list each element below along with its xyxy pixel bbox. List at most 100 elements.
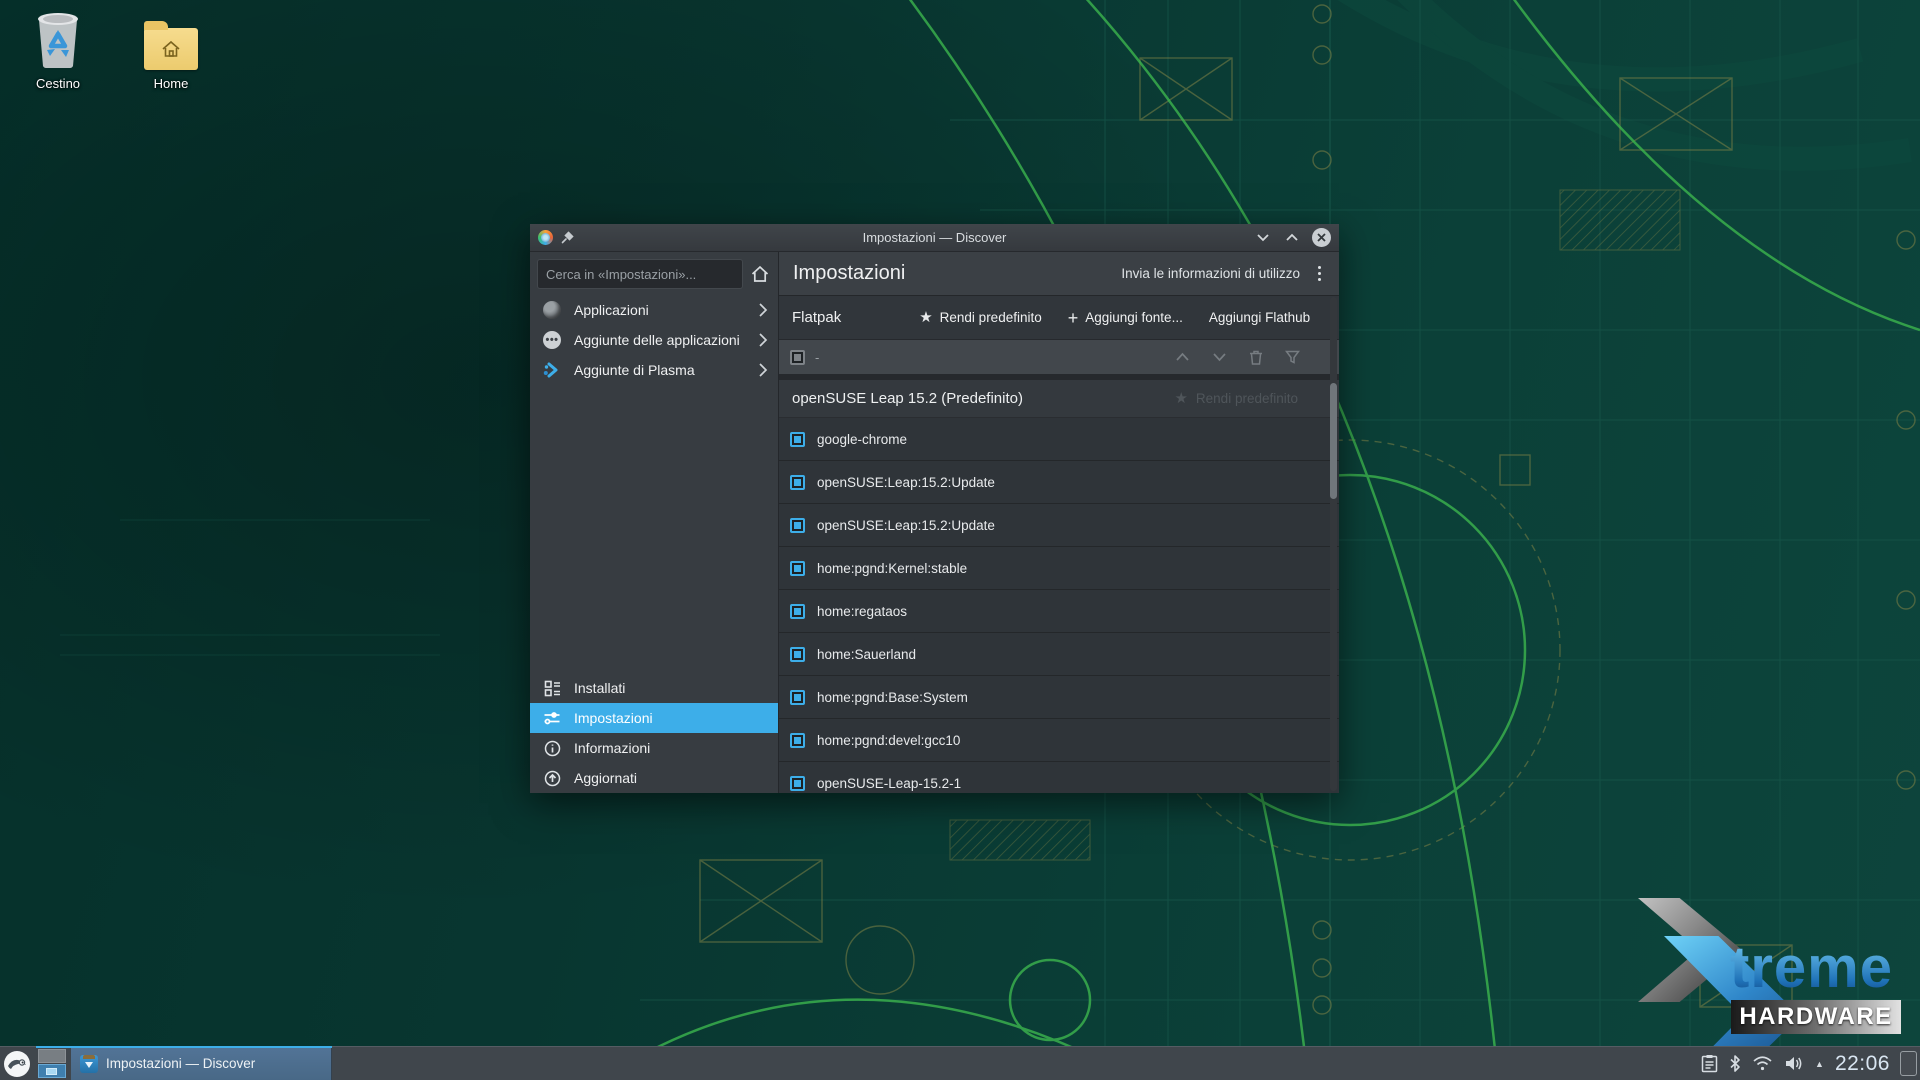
- chevron-right-icon: [758, 362, 768, 378]
- sidebar-item-plasma-addons[interactable]: Aggiunte di Plasma: [530, 355, 778, 385]
- repo-label: openSUSE-Leap-15.2-1: [817, 776, 961, 791]
- repo-label: home:regataos: [817, 604, 907, 619]
- pager-desktop-1[interactable]: [38, 1049, 66, 1063]
- sidebar-item-applications[interactable]: Applicazioni: [530, 295, 778, 325]
- sidebar-item-label: Aggiornati: [574, 770, 637, 786]
- trash-icon: [12, 8, 104, 70]
- repo-list: google-chrome openSUSE:Leap:15.2:Update …: [779, 418, 1339, 793]
- scrollbar[interactable]: [1330, 297, 1337, 791]
- opensuse-logo-icon: [3, 1050, 31, 1078]
- system-tray: ▲ 22:06: [1701, 1052, 1920, 1076]
- desktop-icon-home[interactable]: Home: [125, 8, 217, 91]
- move-down-icon[interactable]: [1212, 352, 1227, 362]
- chevron-right-icon: [758, 302, 768, 318]
- plus-icon: +: [1068, 309, 1079, 327]
- checkbox[interactable]: [790, 350, 805, 365]
- page-title: Impostazioni: [793, 262, 905, 285]
- repo-checkbox[interactable]: [790, 647, 805, 662]
- sidebar: Applicazioni ••• Aggiunte delle applicaz…: [530, 252, 779, 793]
- repo-checkbox[interactable]: [790, 776, 805, 791]
- xtreme-hardware-logo: treme HARDWARE: [1638, 898, 1910, 1034]
- repo-checkbox[interactable]: [790, 561, 805, 576]
- scrollbar-thumb[interactable]: [1330, 383, 1337, 499]
- sidebar-item-installed[interactable]: Installati: [530, 673, 778, 703]
- repo-row: openSUSE-Leap-15.2-1: [779, 762, 1339, 793]
- show-desktop-button[interactable]: [1900, 1051, 1917, 1076]
- pager-desktop-2[interactable]: [38, 1064, 66, 1078]
- repo-label: home:pgnd:Base:System: [817, 690, 968, 705]
- desktop-icon-label: Cestino: [12, 76, 104, 91]
- repo-checkbox[interactable]: [790, 690, 805, 705]
- repo-row: openSUSE:Leap:15.2:Update: [779, 461, 1339, 504]
- app-addons-icon: •••: [542, 330, 562, 350]
- send-usage-info-action[interactable]: Invia le informazioni di utilizzo: [1121, 266, 1300, 281]
- tray-expand-icon[interactable]: ▲: [1815, 1059, 1824, 1069]
- repo-checkbox[interactable]: [790, 518, 805, 533]
- chevron-right-icon: [758, 332, 768, 348]
- repo-checkbox[interactable]: [790, 604, 805, 619]
- search-input[interactable]: [537, 259, 743, 289]
- applications-icon: [542, 300, 562, 320]
- star-icon: ★: [1174, 391, 1187, 406]
- move-up-icon[interactable]: [1175, 352, 1190, 362]
- repo-checkbox[interactable]: [790, 475, 805, 490]
- pin-icon[interactable]: [561, 231, 574, 244]
- taskbar: Impostazioni — Discover ▲ 22:06: [0, 1046, 1920, 1080]
- make-default-button[interactable]: ★ Rendi predefinito: [919, 310, 1042, 325]
- application-launcher-button[interactable]: [0, 1047, 34, 1080]
- repo-label: google-chrome: [817, 432, 907, 447]
- active-task-accent: [36, 1046, 332, 1048]
- add-flathub-button[interactable]: Aggiungi Flathub: [1209, 310, 1310, 325]
- maximize-button[interactable]: [1283, 229, 1301, 247]
- repo-row: home:pgnd:Base:System: [779, 676, 1339, 719]
- repo-row: home:pgnd:devel:gcc10: [779, 719, 1339, 762]
- installed-icon: [542, 678, 562, 698]
- task-button-label: Impostazioni — Discover: [106, 1056, 255, 1071]
- plasma-addons-icon: [542, 360, 562, 380]
- sidebar-item-app-addons[interactable]: ••• Aggiunte delle applicazioni: [530, 325, 778, 355]
- repo-checkbox[interactable]: [790, 432, 805, 447]
- discover-task-icon: [80, 1055, 98, 1073]
- info-icon: [542, 738, 562, 758]
- filter-row-label: -: [815, 350, 819, 365]
- wifi-icon[interactable]: [1752, 1055, 1773, 1072]
- titlebar[interactable]: Impostazioni — Discover: [530, 224, 1339, 252]
- volume-icon[interactable]: [1784, 1055, 1804, 1072]
- overflow-menu-icon[interactable]: [1314, 264, 1325, 283]
- bluetooth-icon[interactable]: [1729, 1054, 1741, 1073]
- filter-icon[interactable]: [1285, 350, 1300, 364]
- sidebar-item-updates[interactable]: Aggiornati: [530, 763, 778, 793]
- repo-label: openSUSE:Leap:15.2:Update: [817, 518, 995, 533]
- clipboard-icon[interactable]: [1701, 1054, 1718, 1073]
- repo-row: google-chrome: [779, 418, 1339, 461]
- sidebar-item-label: Impostazioni: [574, 710, 653, 726]
- add-source-button[interactable]: + Aggiungi fonte...: [1068, 309, 1183, 327]
- repo-label: home:Sauerland: [817, 647, 916, 662]
- sidebar-item-label: Installati: [574, 680, 625, 696]
- repo-label: home:pgnd:Kernel:stable: [817, 561, 967, 576]
- delete-icon[interactable]: [1249, 350, 1263, 365]
- updates-icon: [542, 768, 562, 788]
- desktop: Cestino Home treme HARDWARE Impostazioni…: [0, 0, 1920, 1080]
- virtual-desktop-pager[interactable]: [38, 1049, 66, 1078]
- repo-label: home:pgnd:devel:gcc10: [817, 733, 960, 748]
- repo-row: home:pgnd:Kernel:stable: [779, 547, 1339, 590]
- desktop-icon-trash[interactable]: Cestino: [12, 8, 104, 91]
- default-source-header: openSUSE Leap 15.2 (Predefinito) ★ Rendi…: [779, 380, 1339, 418]
- repo-checkbox[interactable]: [790, 733, 805, 748]
- desktop-icon-label: Home: [125, 76, 217, 91]
- minimize-button[interactable]: [1254, 229, 1272, 247]
- task-button-discover[interactable]: Impostazioni — Discover: [71, 1047, 332, 1080]
- clock[interactable]: 22:06: [1835, 1052, 1890, 1076]
- source-filter-row[interactable]: -: [779, 340, 1339, 374]
- discover-app-icon: [538, 230, 553, 245]
- sidebar-item-label: Aggiunte di Plasma: [574, 362, 695, 378]
- close-button[interactable]: [1312, 228, 1331, 247]
- default-source-title: openSUSE Leap 15.2 (Predefinito): [792, 390, 1023, 407]
- sidebar-item-settings[interactable]: Impostazioni: [530, 703, 778, 733]
- flatpak-toolbar: Flatpak ★ Rendi predefinito + Aggiungi f…: [779, 296, 1339, 340]
- repo-row: home:regataos: [779, 590, 1339, 633]
- home-button[interactable]: [750, 264, 770, 284]
- repo-label: openSUSE:Leap:15.2:Update: [817, 475, 995, 490]
- sidebar-item-about[interactable]: Informazioni: [530, 733, 778, 763]
